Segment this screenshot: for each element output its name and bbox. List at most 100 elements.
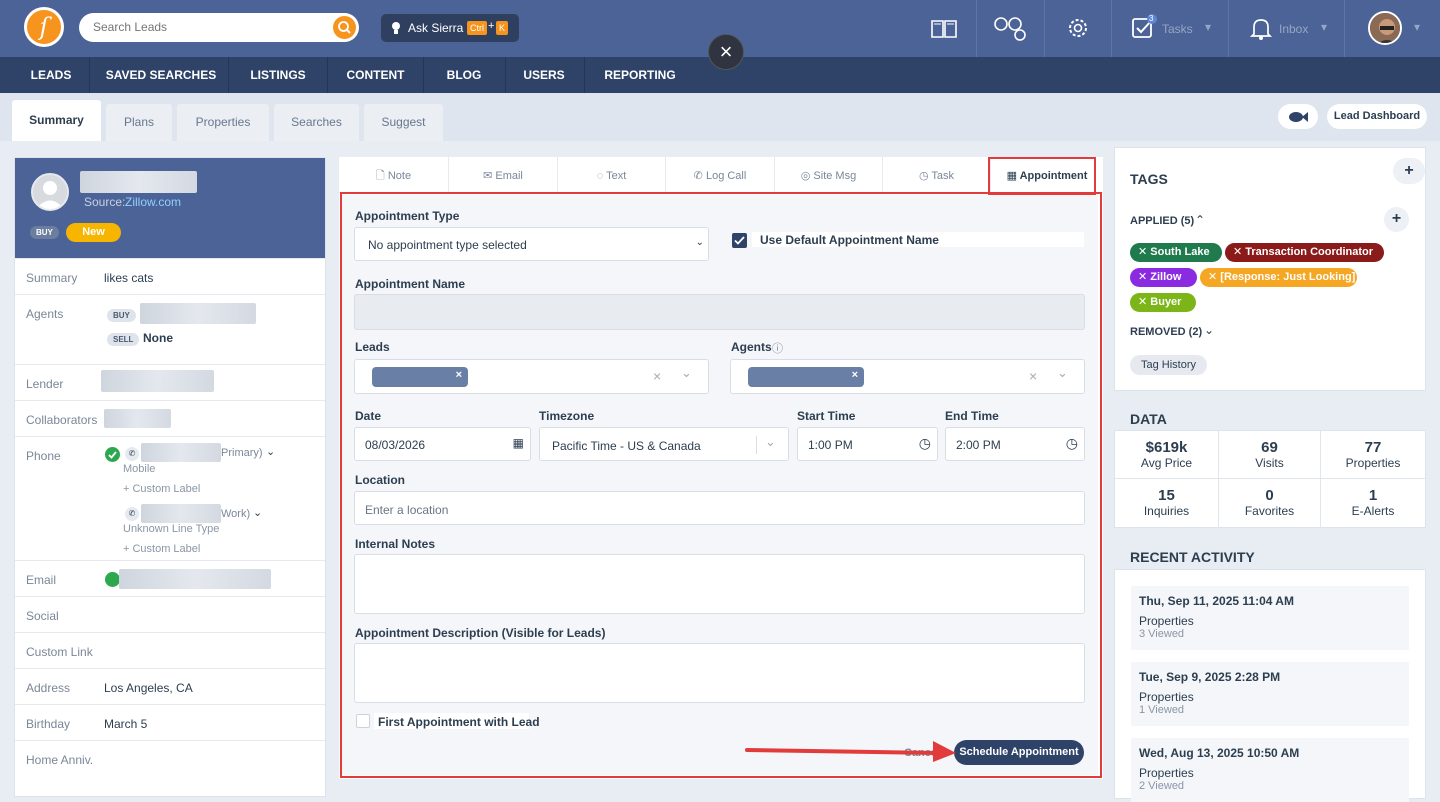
remove-tag-icon[interactable]: ✕: [1208, 271, 1220, 283]
remove-tag-icon[interactable]: ✕: [1138, 246, 1150, 258]
phone1-suffix: Primary): [221, 447, 263, 459]
lead-dashboard-button[interactable]: Lead Dashboard: [1327, 104, 1427, 129]
data-cell: 77 Properties: [1321, 431, 1425, 479]
close-icon: ×: [719, 39, 733, 64]
removed-toggle[interactable]: REMOVED (2): [1130, 326, 1202, 338]
tab-searches[interactable]: Searches: [274, 104, 359, 141]
tag-pill[interactable]: ✕ Buyer: [1130, 293, 1196, 312]
nav-divider: [327, 57, 328, 93]
tasks-icon[interactable]: 3: [1130, 13, 1160, 43]
fish-button[interactable]: [1278, 104, 1318, 129]
agent-buy-badge: BUY: [107, 309, 136, 322]
collaborators-label: Collaborators: [26, 413, 98, 427]
activity-detail: 2 Viewed: [1139, 780, 1185, 792]
verified-icon: [105, 447, 120, 462]
nav-leads[interactable]: LEADS: [14, 57, 88, 93]
phone-icon: ✆: [125, 447, 139, 461]
tab-task-label: Task: [931, 170, 955, 182]
activity-date: Tue, Sep 9, 2025 2:28 PM: [1139, 670, 1281, 684]
lead-subnav: Summary Plans Properties Searches Sugges…: [0, 93, 1440, 141]
phone2-custom-label[interactable]: + Custom Label: [123, 543, 200, 555]
ask-sierra-button[interactable]: Ask Sierra Ctrl + K: [381, 14, 519, 42]
tab-site-msg[interactable]: ◎ Site Msg: [775, 157, 883, 193]
inbox-label[interactable]: Inbox: [1279, 22, 1308, 36]
chevron-down-icon[interactable]: ▾: [1321, 20, 1327, 34]
source-link[interactable]: Zillow.com: [125, 195, 181, 209]
data-cell: 1 E-Alerts: [1321, 479, 1425, 527]
tab-log-call[interactable]: ✆ Log Call: [666, 157, 775, 193]
chevron-down-icon[interactable]: ⌄: [253, 506, 262, 519]
applied-toggle[interactable]: APPLIED (5): [1130, 215, 1194, 227]
email-redacted[interactable]: [119, 569, 271, 589]
tag-pill[interactable]: ✕ [Response: Just Looking]: [1200, 268, 1357, 287]
tab-note[interactable]: 🗋 Note: [339, 157, 449, 193]
tasks-label[interactable]: Tasks: [1162, 22, 1193, 36]
birthday-value[interactable]: March 5: [104, 717, 147, 731]
lead-name-redacted: [80, 171, 197, 193]
chevron-up-icon[interactable]: ⌃: [1195, 213, 1205, 227]
status-badge[interactable]: New: [66, 223, 121, 242]
nav-users[interactable]: USERS: [511, 57, 577, 93]
data-cell: $619k Avg Price: [1115, 431, 1219, 479]
kbd-plus: +: [488, 20, 495, 32]
add-applied-tag-button[interactable]: +: [1384, 207, 1409, 232]
user-avatar[interactable]: [1368, 11, 1402, 45]
tag-pill[interactable]: ✕ Transaction Coordinator: [1225, 243, 1384, 262]
summary-value[interactable]: likes cats: [104, 271, 153, 285]
source-label: Source:: [84, 195, 126, 209]
data-value: 77: [1364, 439, 1382, 456]
detail-row-home-anniv: Home Anniv.: [15, 740, 325, 776]
chevron-down-icon[interactable]: ⌄: [266, 445, 275, 458]
chevron-down-icon[interactable]: ▾: [1205, 20, 1211, 34]
tag-pill[interactable]: ✕ Zillow: [1130, 268, 1197, 287]
tab-properties[interactable]: Properties: [177, 104, 269, 141]
lender-redacted[interactable]: [101, 370, 214, 392]
collaborators-redacted[interactable]: [104, 409, 171, 428]
chevron-down-icon[interactable]: ▾: [1414, 20, 1420, 34]
address-value[interactable]: Los Angeles, CA: [104, 681, 193, 695]
remove-tag-icon[interactable]: ✕: [1138, 271, 1150, 283]
buy-badge: BUY: [30, 226, 59, 239]
kbd-ctrl: Ctrl: [467, 21, 487, 35]
activity-date: Thu, Sep 11, 2025 11:04 AM: [1139, 594, 1294, 608]
team-icon[interactable]: [992, 13, 1032, 43]
remove-tag-icon[interactable]: ✕: [1138, 296, 1150, 308]
tag-pill[interactable]: ✕ South Lake: [1130, 243, 1222, 262]
nav-reporting[interactable]: REPORTING: [594, 57, 686, 93]
activity-item[interactable]: Tue, Sep 9, 2025 2:28 PM Properties 1 Vi…: [1131, 662, 1409, 726]
book-icon[interactable]: [929, 13, 959, 43]
tab-suggest[interactable]: Suggest: [364, 104, 443, 141]
nav-divider: [423, 57, 424, 93]
top-divider: [1044, 0, 1045, 57]
tab-summary[interactable]: Summary: [12, 100, 101, 141]
nav-blog[interactable]: BLOG: [430, 57, 498, 93]
right-sidebar: TAGS + APPLIED (5) ⌃ + ✕ South Lake ✕ Tr…: [1114, 140, 1440, 802]
nav-content[interactable]: CONTENT: [333, 57, 418, 93]
activity-item[interactable]: Wed, Aug 13, 2025 10:50 AM Properties 2 …: [1131, 738, 1409, 802]
search-button[interactable]: [333, 16, 356, 39]
top-divider: [976, 0, 977, 57]
tab-task[interactable]: ◷ Task: [883, 157, 991, 193]
search-input[interactable]: [93, 20, 313, 34]
tag-history-button[interactable]: Tag History: [1130, 355, 1207, 375]
phone1-redacted[interactable]: [141, 443, 221, 462]
bell-icon[interactable]: [1247, 13, 1277, 43]
chevron-down-icon[interactable]: ⌄: [1204, 323, 1214, 337]
phone2-redacted[interactable]: [141, 504, 221, 523]
tab-plans[interactable]: Plans: [106, 104, 172, 141]
gear-icon[interactable]: [1064, 13, 1094, 43]
close-button[interactable]: ×: [708, 34, 744, 70]
agent-sell-value[interactable]: None: [143, 331, 173, 345]
nav-saved-searches[interactable]: SAVED SEARCHES: [100, 57, 222, 93]
phone1-custom-label[interactable]: + Custom Label: [123, 483, 200, 495]
add-tag-button[interactable]: +: [1393, 158, 1425, 184]
data-value: 0: [1265, 487, 1274, 504]
app-logo[interactable]: ſ: [24, 7, 64, 47]
tab-text[interactable]: ◌ Text: [558, 157, 666, 193]
nav-listings[interactable]: LISTINGS: [235, 57, 321, 93]
home-anniv-label: Home Anniv.: [26, 753, 94, 767]
tab-email[interactable]: ✉ Email: [449, 157, 558, 193]
data-card: $619k Avg Price 69 Visits 77 Properties 15 I…: [1114, 430, 1426, 528]
activity-item[interactable]: Thu, Sep 11, 2025 11:04 AM Properties 3 …: [1131, 586, 1409, 650]
remove-tag-icon[interactable]: ✕: [1233, 246, 1245, 258]
